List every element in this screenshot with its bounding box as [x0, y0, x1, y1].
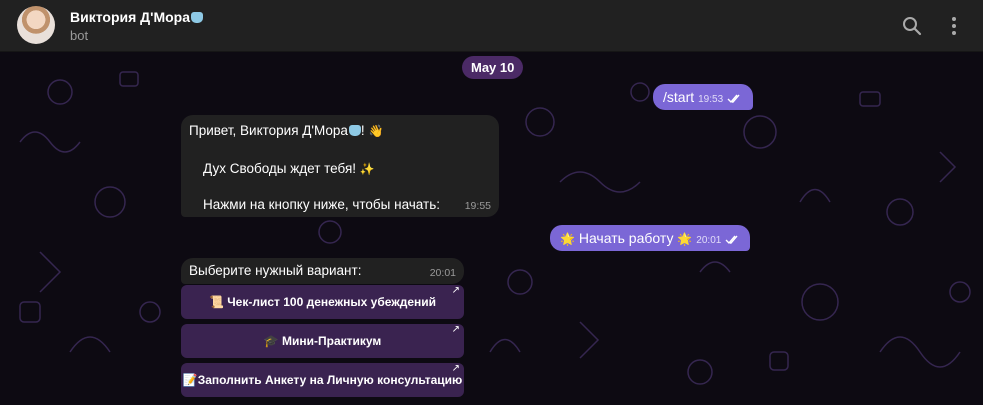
message-time: 19:53	[698, 94, 724, 105]
message-text: Начать работу	[578, 230, 674, 246]
outgoing-message: 🌟 Начать работу 🌟 20:01	[550, 225, 750, 251]
chat-subtitle: bot	[70, 28, 89, 43]
outgoing-message: /start 19:53	[653, 84, 753, 110]
double-check-icon	[727, 94, 740, 104]
memo-emoji-icon: 📝	[182, 373, 198, 387]
graduation-cap-emoji-icon: 🎓	[263, 334, 279, 348]
search-icon[interactable]	[900, 14, 924, 38]
robot-emoji-icon	[348, 125, 361, 136]
incoming-message: Выберите нужный вариант: 20:01	[181, 258, 464, 284]
mini-practicum-button[interactable]: 🎓 Мини-Практикум ↗	[181, 324, 464, 358]
double-check-icon	[725, 235, 738, 245]
external-link-icon: ↗	[451, 285, 460, 296]
chat-title[interactable]: Виктория Д'Мора	[70, 9, 204, 25]
external-link-icon: ↗	[451, 324, 460, 335]
star-emoji-icon: 🌟	[560, 232, 575, 246]
sparkles-emoji-icon: ✨	[359, 162, 375, 176]
message-text: /start	[663, 89, 695, 105]
wave-emoji-icon: 👋	[368, 124, 384, 138]
greeting-line-3: Нажми на кнопку ниже, чтобы начать:	[203, 197, 440, 212]
scroll-emoji-icon: 📜	[208, 295, 224, 309]
checklist-button[interactable]: 📜 Чек-лист 100 денежных убеждений ↗	[181, 285, 464, 319]
message-time: 20:01	[696, 235, 722, 246]
chat-wallpaper	[19, 71, 971, 385]
kebab-menu-icon[interactable]	[942, 14, 966, 38]
greeting-line-2: Дух Свободы ждет тебя! ✨	[203, 161, 375, 176]
avatar[interactable]	[17, 6, 55, 44]
message-time: 19:55	[464, 200, 491, 212]
external-link-icon: ↗	[451, 363, 460, 374]
greeting-line-1: Привет, Виктория Д'Мора! 👋	[189, 123, 384, 138]
message-time: 20:01	[429, 267, 456, 279]
chat-header: Виктория Д'Мора bot	[0, 0, 983, 52]
star-emoji-icon: 🌟	[677, 232, 693, 246]
incoming-message: Привет, Виктория Д'Мора! 👋 Дух Свободы ж…	[181, 115, 499, 217]
fill-form-button[interactable]: 📝Заполнить Анкету на Личную консультацию…	[181, 363, 464, 397]
robot-emoji-icon	[191, 12, 204, 23]
message-text: Выберите нужный вариант:	[189, 263, 362, 278]
date-separator: May 10	[462, 56, 524, 79]
